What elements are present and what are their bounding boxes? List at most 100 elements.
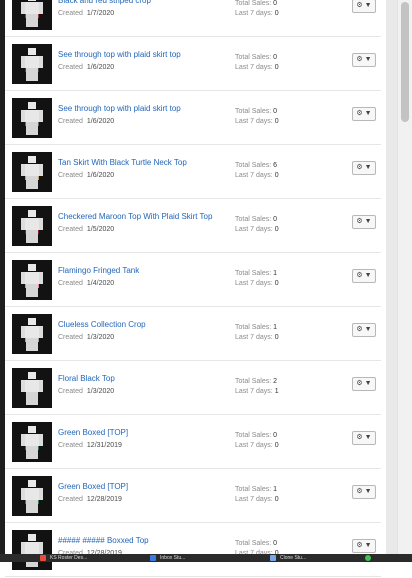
item-stats: Total Sales: 1 Last 7 days: 0	[235, 323, 279, 343]
item-settings-button[interactable]: ⚙ ▼	[352, 269, 376, 283]
app-icon[interactable]	[150, 555, 156, 561]
created-label: Created	[58, 496, 83, 503]
avatar-figure	[21, 210, 43, 244]
created-label: Created	[58, 118, 83, 125]
total-sales-label: Total Sales:	[235, 486, 272, 493]
item-created: Created 1/3/2020	[58, 388, 114, 395]
caret-down-icon: ▼	[364, 110, 372, 117]
caret-down-icon: ▼	[364, 380, 372, 387]
item-thumbnail[interactable]	[12, 0, 52, 30]
avatar-figure	[21, 480, 43, 514]
item-stats: Total Sales: 0 Last 7 days: 0	[235, 431, 279, 451]
gear-icon: ⚙	[356, 326, 363, 333]
item-thumbnail[interactable]	[12, 98, 52, 138]
total-sales-value: 0	[273, 540, 278, 547]
item-title-link[interactable]: Green Boxed [TOP]	[58, 482, 128, 491]
last-7-days-label: Last 7 days:	[235, 496, 273, 503]
chat-app-icon[interactable]	[365, 555, 371, 561]
item-created: Created 1/6/2020	[58, 118, 114, 125]
last-7-days-label: Last 7 days:	[235, 334, 273, 341]
item-settings-button[interactable]: ⚙ ▼	[352, 485, 376, 499]
taskbar-item[interactable]: Clone Stu...	[280, 555, 306, 561]
item-thumbnail[interactable]	[12, 206, 52, 246]
item-settings-button[interactable]: ⚙ ▼	[352, 161, 376, 175]
app-icon[interactable]	[40, 555, 46, 561]
caret-down-icon: ▼	[364, 326, 372, 333]
created-date: 12/28/2019	[86, 496, 122, 503]
created-label: Created	[58, 334, 83, 341]
item-thumbnail[interactable]	[12, 530, 52, 570]
app-icon[interactable]	[270, 555, 276, 561]
last-7-days-value: 0	[274, 118, 279, 125]
item-settings-button[interactable]: ⚙ ▼	[352, 323, 376, 337]
item-settings-button[interactable]: ⚙ ▼	[352, 0, 376, 13]
item-thumbnail[interactable]	[12, 476, 52, 516]
creations-list: Black and red striped crop Created 1/7/20…	[5, 0, 381, 578]
last-7-days-label: Last 7 days:	[235, 226, 273, 233]
created-date: 1/5/2020	[86, 226, 115, 233]
caret-down-icon: ▼	[364, 56, 372, 63]
item-thumbnail[interactable]	[12, 422, 52, 462]
avatar-figure	[21, 102, 43, 136]
creation-row: Checkered Maroon Top With Plaid Skirt To…	[5, 200, 381, 253]
item-created: Created 1/5/2020	[58, 226, 114, 233]
taskbar: KS Roster Des... Inbox Stu... Clone Stu.…	[0, 554, 412, 562]
created-label: Created	[58, 388, 83, 395]
last-7-days-value: 0	[274, 64, 279, 71]
created-date: 1/3/2020	[86, 388, 115, 395]
creation-row: Tan Skirt With Black Turtle Neck Top Cre…	[5, 146, 381, 199]
avatar-figure	[21, 534, 43, 568]
item-settings-button[interactable]: ⚙ ▼	[352, 539, 376, 553]
gear-icon: ⚙	[356, 272, 363, 279]
item-title-link[interactable]: See through top with plaid skirt top	[58, 104, 181, 113]
item-title-link[interactable]: Clueless Collection Crop	[58, 320, 146, 329]
item-settings-button[interactable]: ⚙ ▼	[352, 215, 376, 229]
item-thumbnail[interactable]	[12, 260, 52, 300]
item-title-link[interactable]: Tan Skirt With Black Turtle Neck Top	[58, 158, 187, 167]
total-sales-label: Total Sales:	[235, 540, 272, 547]
item-settings-button[interactable]: ⚙ ▼	[352, 431, 376, 445]
last-7-days-label: Last 7 days:	[235, 172, 273, 179]
item-settings-button[interactable]: ⚙ ▼	[352, 107, 376, 121]
total-sales-label: Total Sales:	[235, 432, 272, 439]
item-title-link[interactable]: Floral Black Top	[58, 374, 115, 383]
creation-row: ##### ##### Boxxed Top Created12/28/2019…	[5, 524, 381, 577]
item-title-link[interactable]: Flamingo Fringed Tank	[58, 266, 139, 275]
item-title-link[interactable]: Black and red striped crop	[58, 0, 151, 5]
total-sales-label: Total Sales:	[235, 162, 272, 169]
total-sales-label: Total Sales:	[235, 108, 272, 115]
caret-down-icon: ▼	[364, 218, 372, 225]
item-thumbnail[interactable]	[12, 152, 52, 192]
scrollbar[interactable]	[397, 0, 412, 554]
gear-icon: ⚙	[356, 110, 363, 117]
item-title-link[interactable]: Green Boxed [TOP]	[58, 428, 128, 437]
total-sales-value: 2	[273, 378, 278, 385]
total-sales-value: 1	[273, 324, 278, 331]
creation-row: Flamingo Fringed Tank Created 1/4/2020 To…	[5, 254, 381, 307]
item-title-link[interactable]: ##### ##### Boxxed Top	[58, 536, 149, 545]
created-label: Created	[58, 280, 83, 287]
total-sales-label: Total Sales:	[235, 378, 272, 385]
item-settings-button[interactable]: ⚙ ▼	[352, 53, 376, 67]
taskbar-item[interactable]: Inbox Stu...	[160, 555, 185, 561]
item-thumbnail[interactable]	[12, 368, 52, 408]
taskbar-item[interactable]: KS Roster Des...	[50, 555, 87, 561]
total-sales-value: 0	[273, 216, 278, 223]
created-label: Created	[58, 10, 83, 17]
caret-down-icon: ▼	[364, 434, 372, 441]
scrollbar-thumb[interactable]	[401, 2, 409, 122]
creation-row: Clueless Collection Crop Created 1/3/2020…	[5, 308, 381, 361]
item-title-link[interactable]: Checkered Maroon Top With Plaid Skirt To…	[58, 212, 212, 221]
gear-icon: ⚙	[356, 56, 363, 63]
item-title-link[interactable]: See through top with plaid skirt top	[58, 50, 181, 59]
avatar-figure	[21, 318, 43, 352]
item-thumbnail[interactable]	[12, 314, 52, 354]
last-7-days-value: 1	[274, 388, 279, 395]
item-settings-button[interactable]: ⚙ ▼	[352, 377, 376, 391]
created-date: 1/7/2020	[86, 10, 115, 17]
caret-down-icon: ▼	[364, 542, 372, 549]
item-stats: Total Sales: 1 Last 7 days: 0	[235, 269, 279, 289]
item-created: Created 1/3/2020	[58, 334, 114, 341]
item-thumbnail[interactable]	[12, 44, 52, 84]
last-7-days-label: Last 7 days:	[235, 118, 273, 125]
